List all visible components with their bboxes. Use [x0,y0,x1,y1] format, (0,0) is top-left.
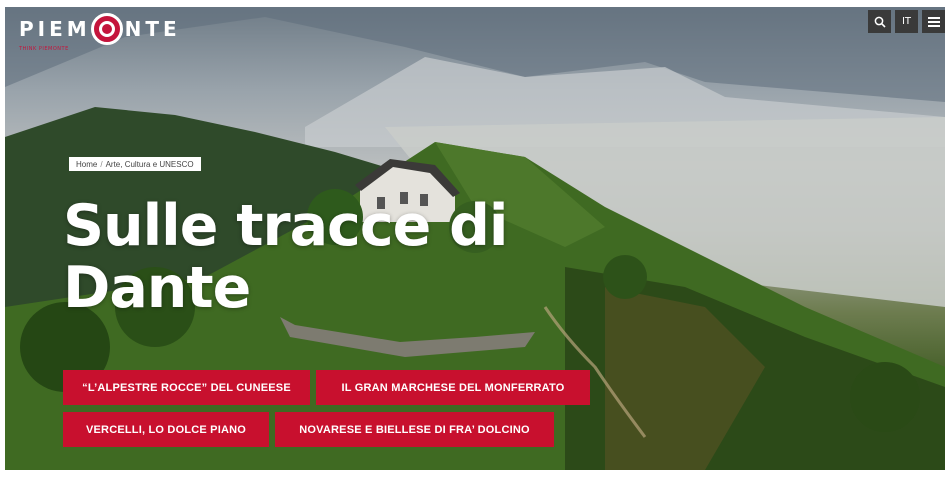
chip-cuneese[interactable]: “L’ALPESTRE ROCCE” DEL CUNEESE [63,370,310,405]
chip-monferrato[interactable]: IL GRAN MARCHESE DEL MONFERRATO [316,370,590,405]
breadcrumb-home-link[interactable]: Home [76,160,97,169]
logo-text-right: NTE [124,17,181,41]
logo-text-left: PIEM [19,17,91,41]
logo-o-mark [90,13,123,45]
search-button[interactable] [868,10,891,33]
search-icon [874,16,886,28]
breadcrumb-current[interactable]: Arte, Cultura e UNESCO [106,160,194,169]
page-title-line1: Sulle tracce di [63,193,508,259]
menu-button[interactable] [922,10,945,33]
breadcrumb-separator: / [100,159,103,169]
breadcrumb: Home / Arte, Cultura e UNESCO [69,157,201,171]
page-title: Sulle tracce di Dante [63,195,623,319]
page-title-line2: Dante [63,255,251,321]
hamburger-menu-icon [927,16,940,27]
chip-novarese-biellese[interactable]: NOVARESE E BIELLESE DI FRA’ DOLCINO [275,412,554,447]
logo-tagline: THINK PIEMONTE [19,46,69,52]
top-toolbar: IT [868,10,945,33]
language-button[interactable]: IT [895,10,918,33]
chip-vercelli[interactable]: VERCELLI, LO DOLCE PIANO [63,412,269,447]
hero-banner: PIEM NTE THINK PIEMONTE IT Home / Arte, … [5,7,945,470]
piemonte-logo[interactable]: PIEM NTE THINK PIEMONTE [19,13,181,52]
